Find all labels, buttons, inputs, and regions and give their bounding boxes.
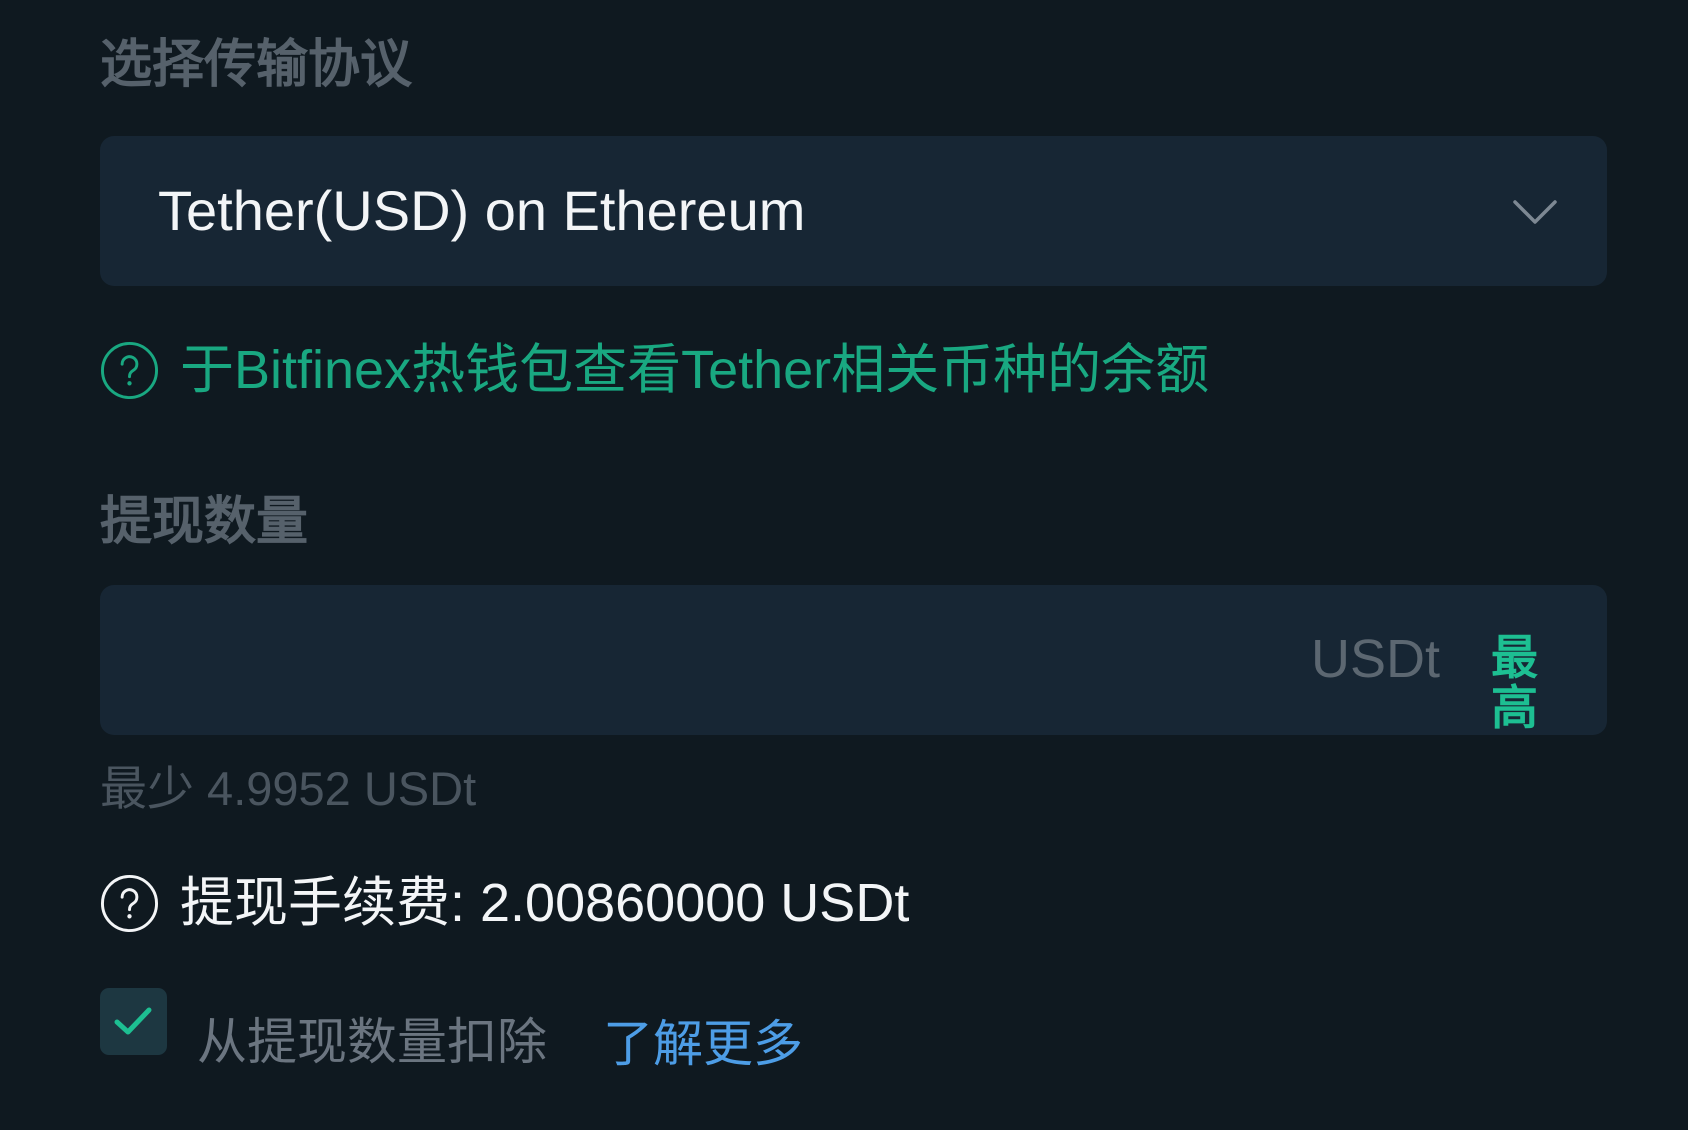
protocol-selected-value: Tether(USD) on Ethereum [158,179,806,242]
amount-field-container: USDt 最高 [100,585,1607,735]
fee-text: 提现手续费: 2.00860000 USDt [180,873,910,933]
minimum-amount-text: 最少 4.9952 USDt [100,762,477,815]
amount-label: 提现数量 [100,493,309,551]
balance-help-text: 于Bitfinex热钱包查看Tether相关币种的余额 [180,340,1210,400]
amount-unit-label: USDt [1311,629,1441,689]
balance-help-link[interactable]: 于Bitfinex热钱包查看Tether相关币种的余额 [100,337,1209,403]
max-amount-button[interactable]: 最高 [1491,633,1541,733]
protocol-dropdown[interactable]: Tether(USD) on Ethereum [100,136,1607,286]
fee-row: 提现手续费: 2.00860000 USDt [100,870,909,936]
chevron-down-icon [1513,200,1557,224]
deduct-fee-label: 从提现数量扣除 [197,1014,547,1070]
checkmark-icon [114,1007,152,1035]
question-circle-icon [100,341,159,399]
deduct-fee-checkbox[interactable] [100,988,167,1055]
protocol-label: 选择传输协议 [100,36,413,94]
question-circle-icon[interactable] [100,874,159,933]
amount-input[interactable] [140,615,1260,705]
learn-more-link[interactable]: 了解更多 [603,1014,803,1074]
